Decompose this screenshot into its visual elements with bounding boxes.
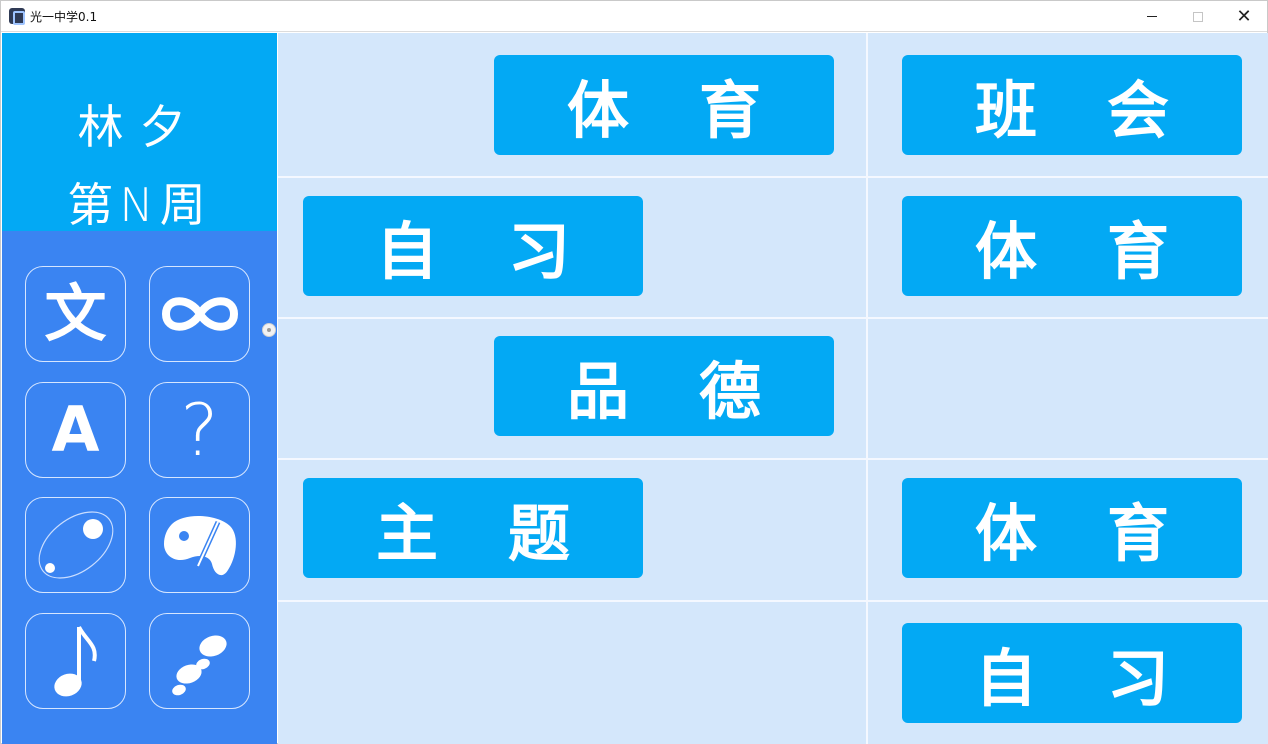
schedule-grid: 体 育 班 会 自 习 体 育 品 德 主 题 体 育 自 习 — [278, 33, 1268, 744]
infinity-icon — [161, 297, 238, 331]
tile-sports[interactable] — [149, 613, 250, 709]
course-char: 主 — [375, 497, 438, 570]
minimize-icon — [1147, 16, 1157, 17]
course-char: 会 — [1107, 74, 1170, 147]
tile-question[interactable]: ? — [149, 382, 250, 478]
course-char: 德 — [699, 355, 762, 428]
course-char: 习 — [508, 215, 571, 288]
course-char: 题 — [508, 497, 571, 570]
course-char: 班 — [974, 74, 1037, 147]
window-title: 光一中学0.1 — [30, 10, 98, 24]
orbit-icon — [38, 511, 113, 579]
course-char: 体 — [566, 74, 629, 147]
week-label: 第N周 — [67, 178, 212, 232]
footprints-icon — [171, 635, 227, 696]
course-card[interactable]: 体 育 — [902, 478, 1242, 578]
minimize-button[interactable] — [1129, 1, 1175, 32]
maximize-icon — [1193, 11, 1203, 22]
course-char: 自 — [375, 215, 438, 288]
course-card[interactable]: 主 题 — [303, 478, 643, 578]
course-char: 自 — [974, 642, 1037, 715]
row-divider — [278, 176, 1268, 178]
course-card[interactable]: 自 习 — [303, 196, 643, 296]
tile-infinity[interactable] — [149, 266, 250, 362]
app-icon — [9, 8, 25, 25]
tile-music[interactable] — [25, 613, 126, 709]
title-bar: 光一中学0.1 ✕ — [1, 1, 1267, 32]
course-char: 育 — [699, 74, 762, 147]
course-card[interactable]: 体 育 — [902, 196, 1242, 296]
row-divider — [278, 317, 1268, 319]
sidebar-collapse-handle[interactable] — [262, 323, 276, 337]
tile-chinese[interactable]: 文 — [25, 266, 126, 362]
course-char: 习 — [1107, 642, 1170, 715]
course-card[interactable]: 自 习 — [902, 623, 1242, 723]
column-divider — [866, 33, 868, 744]
row-divider — [278, 600, 1268, 602]
course-char: 育 — [1107, 215, 1170, 288]
paint-palette-icon — [163, 515, 236, 576]
close-button[interactable]: ✕ — [1221, 1, 1267, 32]
student-header: 林夕 第N周 — [2, 33, 277, 232]
tile-art[interactable] — [149, 497, 250, 593]
row-divider — [278, 458, 1268, 460]
course-char: 体 — [974, 497, 1037, 570]
course-char: 育 — [1107, 497, 1170, 570]
course-char: 体 — [974, 215, 1037, 288]
course-card[interactable]: 班 会 — [902, 55, 1242, 155]
course-card[interactable]: 体 育 — [494, 55, 834, 155]
tile-physics[interactable] — [25, 497, 126, 593]
student-name: 林夕 — [77, 100, 202, 154]
subject-tile-panel: 文 A ? — [2, 231, 277, 744]
maximize-button[interactable] — [1175, 1, 1221, 32]
letter-a-icon: A — [51, 393, 100, 466]
tile-english[interactable]: A — [25, 382, 126, 478]
course-char: 品 — [566, 355, 629, 428]
chinese-character-icon: 文 — [44, 277, 107, 350]
music-note-icon — [53, 626, 97, 697]
course-card[interactable]: 品 德 — [494, 336, 834, 436]
question-mark-icon: ? — [180, 388, 219, 472]
close-icon: ✕ — [1236, 6, 1252, 27]
app-window: 光一中学0.1 ✕ 林夕 第N周 文 A ? 体 育 班 会 自 习 体 育 品… — [0, 0, 1268, 744]
